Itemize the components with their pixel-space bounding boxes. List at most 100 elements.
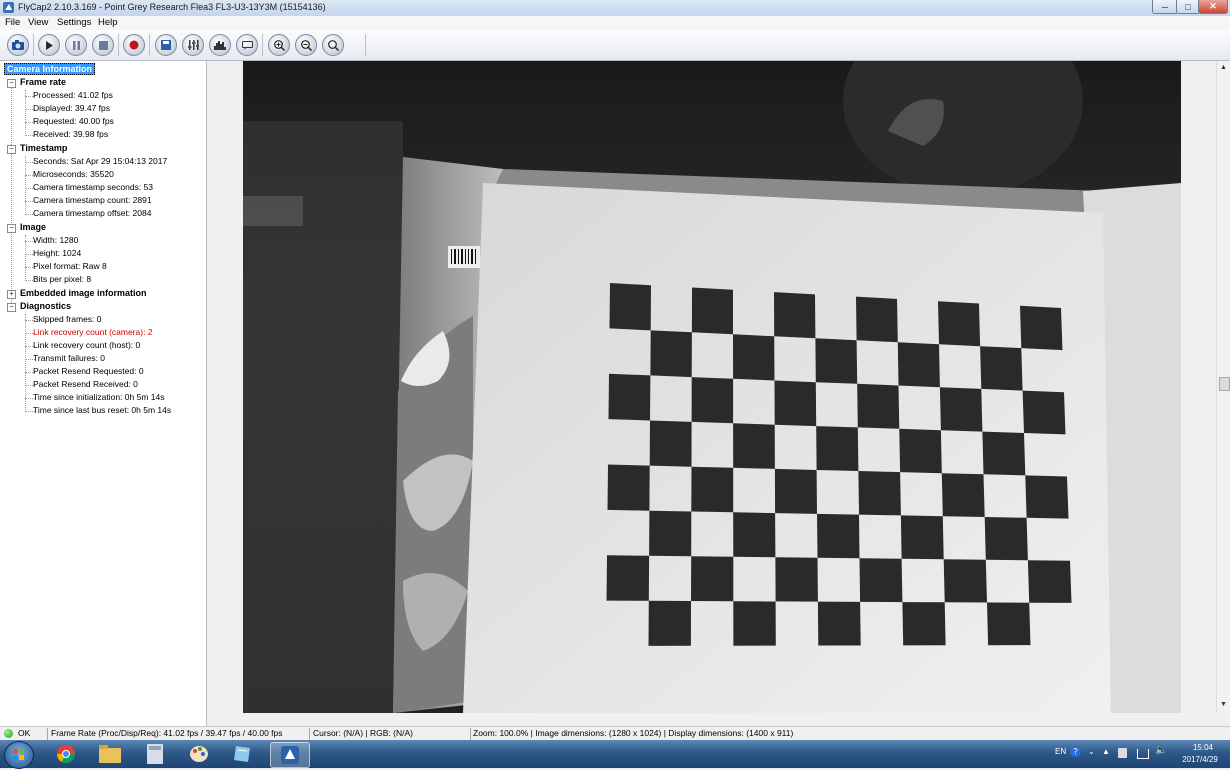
menu-help[interactable]: Help <box>98 17 118 28</box>
checker-square <box>902 602 946 646</box>
tree-timestamp-microseconds[interactable]: Microseconds: 35520 <box>33 169 114 180</box>
calculator-taskbar-icon[interactable] <box>136 742 174 766</box>
status-ok: OK <box>18 728 31 738</box>
clock-date[interactable]: 2017/4/29 <box>1173 755 1227 764</box>
checker-square <box>899 428 942 474</box>
network-icon[interactable] <box>1137 749 1149 759</box>
record-icon[interactable] <box>123 34 145 56</box>
close-button[interactable]: ✕ <box>1198 0 1228 14</box>
collapse-frame-rate-toggle[interactable]: − <box>7 79 16 88</box>
tree-packet-resend-requested[interactable]: Packet Resend Requested: 0 <box>33 366 144 377</box>
checker-square <box>815 338 858 384</box>
camera-image[interactable] <box>243 61 1181 713</box>
action-center-icon[interactable] <box>1118 748 1127 758</box>
tree-timestamp-seconds[interactable]: Seconds: Sat Apr 29 15:04:13 2017 <box>33 156 167 167</box>
tree-link-recovery-host[interactable]: Link recovery count (host): 0 <box>33 340 140 351</box>
chrome-taskbar-icon[interactable] <box>47 742 85 766</box>
tree-requested-fps[interactable]: Requested: 40.00 fps <box>33 116 114 127</box>
volume-icon[interactable]: 🔈 <box>1155 745 1167 756</box>
tree-diagnostics[interactable]: Diagnostics <box>20 301 71 312</box>
camera-info-tree[interactable]: Camera Information − Frame rate Processe… <box>0 61 207 726</box>
maximize-button[interactable]: □ <box>1176 0 1200 14</box>
histogram-icon[interactable] <box>209 34 231 56</box>
expand-embedded-toggle[interactable]: + <box>7 290 16 299</box>
checker-square <box>900 515 944 560</box>
language-indicator[interactable]: EN <box>1055 747 1066 756</box>
menu-view[interactable]: View <box>28 17 48 28</box>
scroll-up-arrow-icon[interactable]: ▲ <box>1220 64 1227 71</box>
checker-square <box>733 601 776 646</box>
zoom-100-icon[interactable] <box>322 34 344 56</box>
menu-settings[interactable]: Settings <box>57 17 91 28</box>
tray-expand-icon[interactable]: ⌄ <box>1088 747 1095 756</box>
start-button[interactable] <box>4 741 34 769</box>
tree-camera-timestamp-count[interactable]: Camera timestamp count: 2891 <box>33 195 152 206</box>
tree-image[interactable]: Image <box>20 222 46 233</box>
checker-square <box>816 426 859 471</box>
notes-taskbar-icon[interactable] <box>224 742 262 766</box>
checker-square <box>733 512 776 558</box>
collapse-image-toggle[interactable]: − <box>7 224 16 233</box>
clock-time[interactable]: 15:04 <box>1183 743 1223 752</box>
tree-root-camera-information[interactable]: Camera Information <box>4 63 96 75</box>
checker-square <box>858 471 901 516</box>
collapse-timestamp-toggle[interactable]: − <box>7 145 16 154</box>
tree-processed-fps[interactable]: Processed: 41.02 fps <box>33 90 113 101</box>
tray-arrow-icon[interactable]: ▲ <box>1102 747 1110 756</box>
tree-bits-per-pixel[interactable]: Bits per pixel: 8 <box>33 274 91 285</box>
tree-link-recovery-camera[interactable]: Link recovery count (camera): 2 <box>33 327 153 338</box>
pause-icon[interactable] <box>65 34 87 56</box>
tree-image-height[interactable]: Height: 1024 <box>33 248 81 259</box>
tree-packet-resend-received[interactable]: Packet Resend Received: 0 <box>33 379 138 390</box>
minimize-button[interactable]: ─ <box>1152 0 1178 14</box>
horizontal-scrollbar[interactable] <box>207 713 1216 726</box>
checker-square <box>649 420 692 467</box>
zoom-out-icon[interactable] <box>295 34 317 56</box>
checker-square <box>857 383 900 429</box>
checker-square <box>608 373 651 421</box>
tree-skipped-frames[interactable]: Skipped frames: 0 <box>33 314 102 325</box>
tree-embedded-image-information[interactable]: Embedded image information <box>20 288 147 299</box>
checker-square <box>982 431 1026 476</box>
checker-square <box>774 468 817 514</box>
checker-square <box>648 600 691 646</box>
tree-time-since-init[interactable]: Time since initialization: 0h 5m 14s <box>33 392 165 403</box>
checker-square <box>691 466 734 513</box>
checker-square <box>817 601 861 646</box>
zoom-in-icon[interactable] <box>268 34 290 56</box>
tree-camera-timestamp-seconds[interactable]: Camera timestamp seconds: 53 <box>33 182 153 193</box>
settings-icon[interactable] <box>182 34 204 56</box>
stop-icon[interactable] <box>92 34 114 56</box>
checker-square <box>859 558 903 603</box>
title-bar: FlyCap2 2.10.3.169 - Point Grey Research… <box>0 0 1230 17</box>
flycap-taskbar-icon[interactable] <box>270 742 310 768</box>
collapse-diagnostics-toggle[interactable]: − <box>7 303 16 312</box>
tree-timestamp[interactable]: Timestamp <box>20 143 67 154</box>
tree-displayed-fps[interactable]: Displayed: 39.47 fps <box>33 103 110 114</box>
checker-square <box>691 377 734 424</box>
explorer-taskbar-icon[interactable] <box>91 742 129 766</box>
tree-image-width[interactable]: Width: 1280 <box>33 235 78 246</box>
checker-square <box>987 602 1031 646</box>
checker-square <box>980 346 1023 391</box>
window-title: FlyCap2 2.10.3.169 - Point Grey Research… <box>18 2 326 12</box>
menu-file[interactable]: File <box>5 17 20 28</box>
vertical-scrollbar[interactable]: ▲ ▼ <box>1216 61 1230 713</box>
event-stats-icon[interactable] <box>236 34 258 56</box>
tree-frame-rate[interactable]: Frame rate <box>20 77 66 88</box>
tree-time-since-bus-reset[interactable]: Time since last bus reset: 0h 5m 14s <box>33 405 171 416</box>
save-icon[interactable] <box>155 34 177 56</box>
help-icon[interactable]: ? <box>1070 746 1081 757</box>
tree-pixel-format[interactable]: Pixel format: Raw 8 <box>33 261 107 272</box>
tree-transmit-failures[interactable]: Transmit failures: 0 <box>33 353 105 364</box>
tree-received-fps[interactable]: Received: 39.98 fps <box>33 129 108 140</box>
scroll-thumb[interactable] <box>1219 377 1230 391</box>
scroll-down-arrow-icon[interactable]: ▼ <box>1220 701 1227 708</box>
play-icon[interactable] <box>38 34 60 56</box>
tree-camera-timestamp-offset[interactable]: Camera timestamp offset: 2084 <box>33 208 151 219</box>
camera-select-icon[interactable] <box>7 34 29 56</box>
paint-taskbar-icon[interactable] <box>180 742 218 766</box>
status-bar: OK Frame Rate (Proc/Disp/Req): 41.02 fps… <box>0 726 1230 741</box>
checker-square <box>691 556 734 602</box>
status-frame-rate: Frame Rate (Proc/Disp/Req): 41.02 fps / … <box>51 728 283 738</box>
